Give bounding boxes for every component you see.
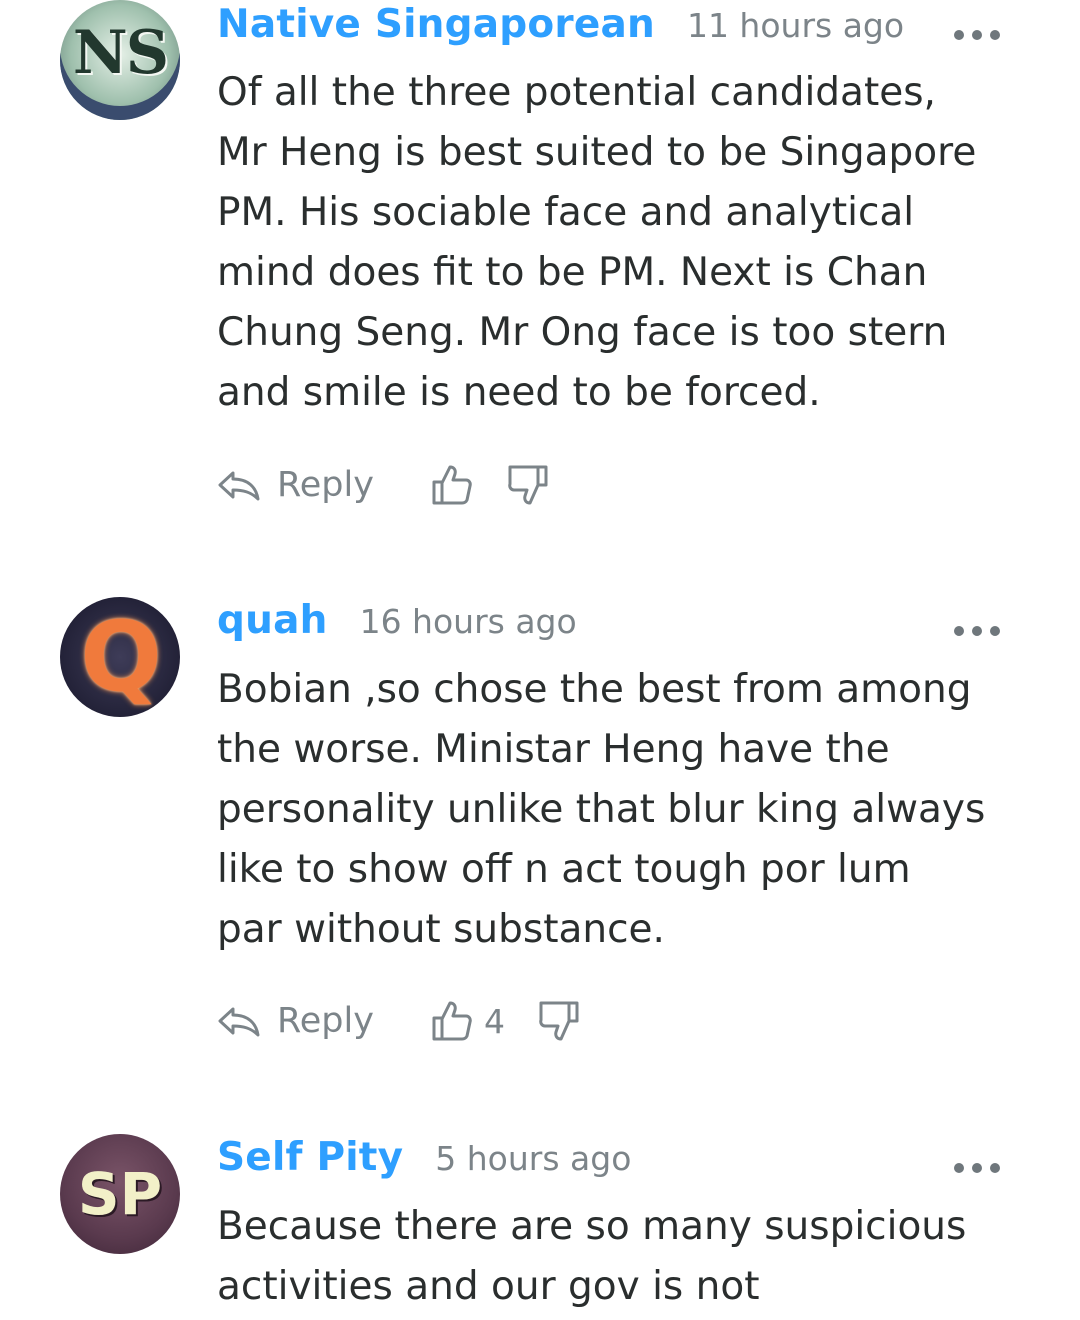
thumbs-up-icon <box>432 1001 472 1041</box>
thumbs-up-icon <box>432 465 472 505</box>
downvote-button[interactable] <box>506 463 550 507</box>
comment-body: Of all the three potential candidates, M… <box>217 70 977 415</box>
author-name[interactable]: Self Pity <box>217 1135 403 1180</box>
reply-label: Reply <box>277 465 374 505</box>
avatar-initials: SP <box>77 1160 163 1228</box>
author-name[interactable]: quah <box>217 598 328 643</box>
downvote-button[interactable] <box>537 999 581 1043</box>
thumbs-down-icon <box>539 1001 579 1041</box>
avatar-initials: NS <box>72 18 169 88</box>
reply-arrow-icon <box>218 471 260 501</box>
comment-header: quah 16 hours ago <box>217 598 1000 658</box>
comment-header: Native Singaporean 11 hours ago <box>217 2 1000 62</box>
timestamp[interactable]: 5 hours ago <box>435 1139 631 1178</box>
reply-arrow-icon <box>218 1007 260 1037</box>
reply-button[interactable]: Reply <box>217 465 374 505</box>
comment-body: Bobian ,so chose the best from among the… <box>217 667 986 952</box>
more-options-icon[interactable] <box>954 1161 1000 1175</box>
author-name[interactable]: Native Singaporean <box>217 2 655 47</box>
avatar-initials: Q <box>80 601 162 713</box>
comment-body: Because there are so many suspicious act… <box>217 1204 967 1309</box>
avatar[interactable]: Q <box>60 597 180 717</box>
reply-label: Reply <box>277 1001 374 1041</box>
more-options-icon[interactable] <box>954 28 1000 42</box>
timestamp[interactable]: 11 hours ago <box>687 6 904 45</box>
more-options-icon[interactable] <box>954 624 1000 638</box>
upvote-button[interactable]: 4 <box>430 999 505 1043</box>
upvote-count: 4 <box>483 1001 505 1041</box>
comment-actions: Reply 4 <box>217 996 581 1046</box>
comment-actions: Reply <box>217 460 550 510</box>
avatar[interactable]: SP <box>60 1134 180 1254</box>
timestamp[interactable]: 16 hours ago <box>360 602 577 641</box>
upvote-button[interactable] <box>430 463 474 507</box>
reply-button[interactable]: Reply <box>217 1001 374 1041</box>
comment-header: Self Pity 5 hours ago <box>217 1135 1000 1195</box>
avatar[interactable]: NS <box>60 0 180 120</box>
thumbs-down-icon <box>508 465 548 505</box>
